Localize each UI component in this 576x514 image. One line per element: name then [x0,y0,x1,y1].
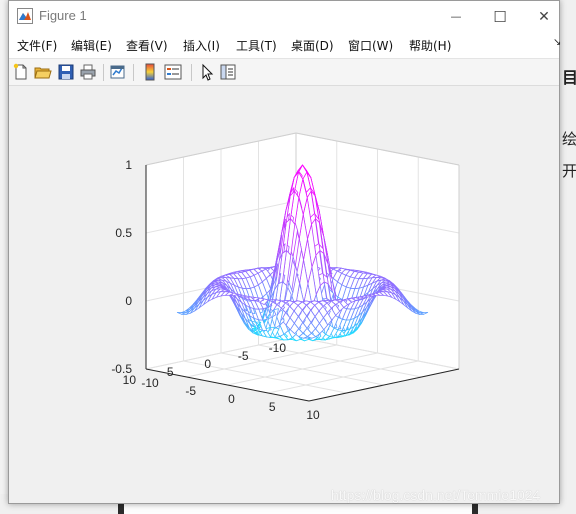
menu-insert[interactable]: 插入(I) [183,37,220,54]
z-tick-label: 0 [125,294,132,308]
close-icon: ✕ [538,8,550,25]
matlab-figure-icon [17,8,33,24]
x-tick-label: 0 [228,392,235,406]
insert-legend-icon[interactable] [164,63,182,81]
x-tick-label: 10 [306,408,320,422]
new-figure-icon[interactable] [12,63,30,81]
window-title: Figure 1 [39,8,87,23]
background-taskbar-preview-inner [124,503,472,514]
print-icon[interactable] [79,63,97,81]
background-text-fragment: 开 [562,162,576,180]
z-tick-label: 0.5 [115,226,132,240]
title-bar[interactable]: Figure 1 — ☐ ✕ [9,1,559,32]
z-tick-label: 1 [125,158,132,172]
toolbar-separator [103,64,104,81]
figure-toolbar [9,58,559,86]
maximize-icon: ☐ [493,7,507,26]
toolbar-separator [133,64,134,81]
menu-bar: 文件(F) 编辑(E) 查看(V) 插入(I) 工具(T) 桌面(D) 窗口(W… [9,32,559,58]
figure-canvas[interactable]: 1 0.5 0 -0.5 10 5 0 -5 -10 -10 -5 0 5 10 https://blog… [9,87,559,503]
background-text-fragment: 绘 [562,130,576,148]
menu-tools[interactable]: 工具(T) [236,37,277,54]
mesh-plot[interactable]: 10.50-0.51050-5-10-10-50510 [9,87,559,503]
menu-edit[interactable]: 编辑(E) [71,37,112,54]
close-button[interactable]: ✕ [521,1,567,32]
link-plot-icon[interactable] [109,63,127,81]
x-tick-label: 5 [269,400,276,414]
dock-arrow-icon[interactable]: ↘ [553,37,561,48]
y-tick-label: -5 [238,349,249,363]
y-tick-label: 5 [167,365,174,379]
insert-colorbar-icon[interactable] [141,63,159,81]
menu-window[interactable]: 窗口(W) [348,37,393,54]
menu-desktop[interactable]: 桌面(D) [291,37,334,54]
y-tick-label: 0 [204,357,211,371]
property-inspector-icon[interactable] [219,63,237,81]
menu-help[interactable]: 帮助(H) [409,37,451,54]
background-text-fragment: 目 [562,68,576,87]
watermark-text: https://blog.csdn.net/Temmie1024 [331,487,541,503]
toolbar-separator [191,64,192,81]
menu-view[interactable]: 查看(V) [126,37,168,54]
minimize-button[interactable]: — [433,1,479,32]
y-tick-label: 10 [123,373,137,387]
minimize-icon: — [450,10,462,23]
x-tick-label: -10 [141,376,159,390]
edit-plot-icon[interactable] [198,63,216,81]
y-tick-label: -10 [269,341,287,355]
x-tick-label: -5 [185,384,196,398]
figure-window: Figure 1 — ☐ ✕ 文件(F) 编辑(E) 查看(V) 插入(I) 工… [8,0,561,504]
save-icon[interactable] [57,63,75,81]
open-file-icon[interactable] [34,63,52,81]
background-window-right: 目 绘 开 [558,0,576,514]
maximize-button[interactable]: ☐ [477,1,523,32]
menu-file[interactable]: 文件(F) [17,37,57,54]
